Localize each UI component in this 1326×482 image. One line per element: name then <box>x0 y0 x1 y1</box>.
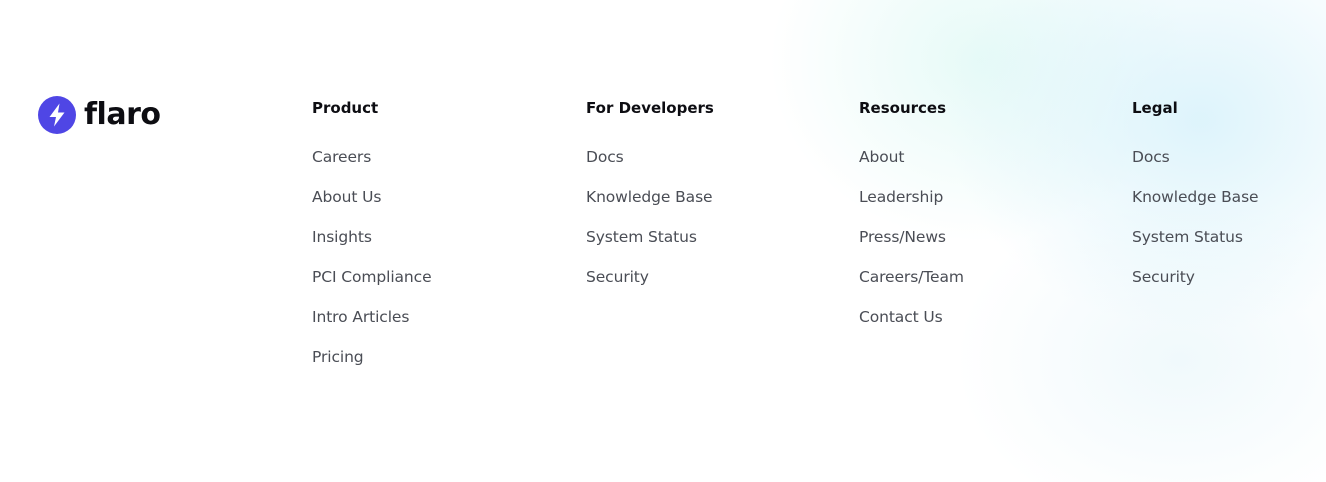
footer-column-resources: Resources About Leadership Press/News Ca… <box>859 98 964 347</box>
column-title: Legal <box>1132 99 1178 117</box>
column-title: Resources <box>859 99 947 117</box>
lightning-bolt-icon <box>38 96 76 134</box>
site-footer: flaro Product Careers About Us Insights … <box>0 0 1326 482</box>
footer-link-pricing[interactable]: Pricing <box>312 348 364 366</box>
link-list: Docs Knowledge Base System Status Securi… <box>586 147 714 307</box>
footer-column-legal: Legal Docs Knowledge Base System Status … <box>1132 98 1259 307</box>
list-item: About <box>859 147 964 187</box>
list-item: Pricing <box>312 347 432 387</box>
list-item: Careers/Team <box>859 267 964 307</box>
link-list: Careers About Us Insights PCI Compliance… <box>312 147 432 387</box>
list-item: PCI Compliance <box>312 267 432 307</box>
list-item: Knowledge Base <box>1132 187 1259 227</box>
brand-logo-link[interactable]: flaro <box>38 96 161 134</box>
footer-link-press-news[interactable]: Press/News <box>859 228 946 246</box>
list-item: System Status <box>586 227 714 267</box>
list-item: Press/News <box>859 227 964 267</box>
footer-link-system-status[interactable]: System Status <box>586 228 697 246</box>
footer-link-knowledge-base[interactable]: Knowledge Base <box>586 188 713 206</box>
footer-link-about[interactable]: About <box>859 148 904 166</box>
footer-link-careers-team[interactable]: Careers/Team <box>859 268 964 286</box>
footer-link-insights[interactable]: Insights <box>312 228 372 246</box>
footer-link-legal-knowledge-base[interactable]: Knowledge Base <box>1132 188 1259 206</box>
footer-column-developers: For Developers Docs Knowledge Base Syste… <box>586 98 714 307</box>
list-item: Security <box>586 267 714 307</box>
list-item: System Status <box>1132 227 1258 267</box>
footer-link-pci-compliance[interactable]: PCI Compliance <box>312 268 432 286</box>
list-item: Docs <box>1132 147 1258 187</box>
list-item: Insights <box>312 227 432 267</box>
footer-link-contact-us[interactable]: Contact Us <box>859 308 943 326</box>
footer-link-about-us[interactable]: About Us <box>312 188 381 206</box>
footer-link-legal-security[interactable]: Security <box>1132 268 1195 286</box>
list-item: Knowledge Base <box>586 187 714 227</box>
column-title: Product <box>312 99 379 117</box>
list-item: Contact Us <box>859 307 964 347</box>
list-item: Docs <box>586 147 714 187</box>
footer-link-careers[interactable]: Careers <box>312 148 371 166</box>
link-list: About Leadership Press/News Careers/Team… <box>859 147 964 347</box>
footer-link-security[interactable]: Security <box>586 268 649 286</box>
column-title: For Developers <box>586 99 714 117</box>
list-item: Intro Articles <box>312 307 432 347</box>
footer-link-intro-articles[interactable]: Intro Articles <box>312 308 409 326</box>
list-item: Careers <box>312 147 432 187</box>
link-list: Docs Knowledge Base System Status Securi… <box>1132 147 1259 307</box>
list-item: Security <box>1132 267 1258 307</box>
footer-link-legal-system-status[interactable]: System Status <box>1132 228 1243 246</box>
brand-name: flaro <box>84 97 161 132</box>
footer-link-leadership[interactable]: Leadership <box>859 188 943 206</box>
footer-link-docs[interactable]: Docs <box>586 148 624 166</box>
list-item: Leadership <box>859 187 964 227</box>
footer-link-legal-docs[interactable]: Docs <box>1132 148 1170 166</box>
list-item: About Us <box>312 187 432 227</box>
footer-column-product: Product Careers About Us Insights PCI Co… <box>312 98 432 387</box>
